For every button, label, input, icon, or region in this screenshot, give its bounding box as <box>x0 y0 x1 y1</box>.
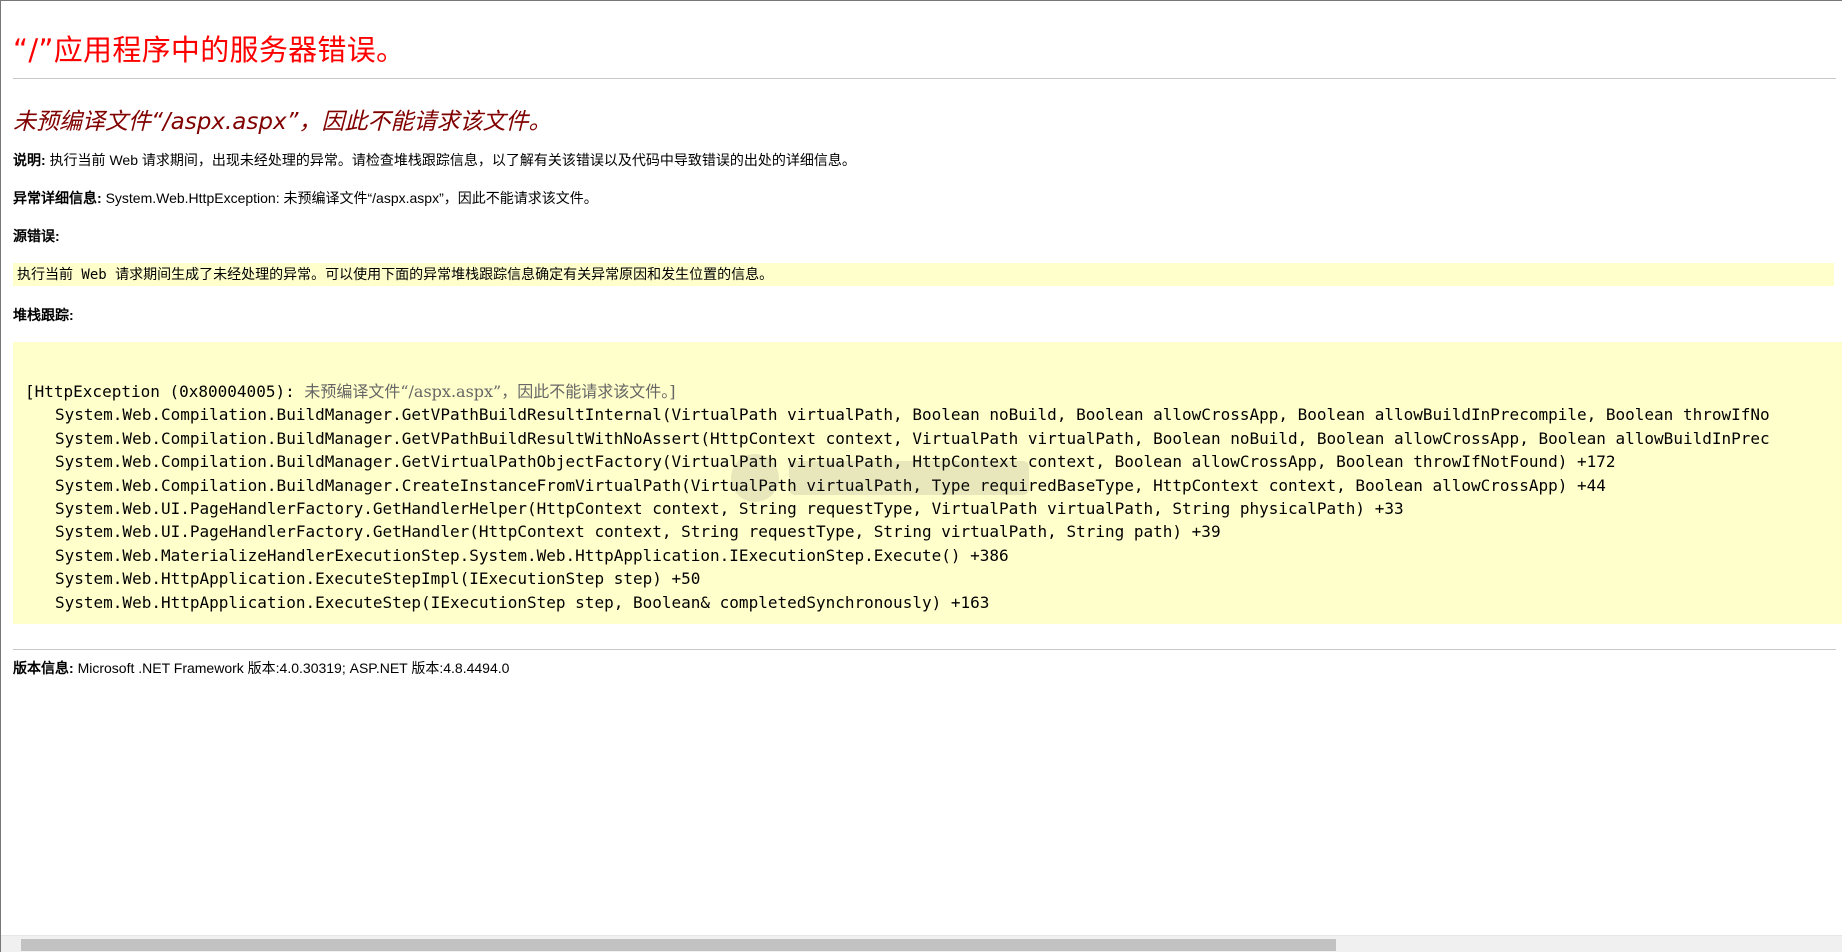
stack-frame: System.Web.HttpApplication.ExecuteStepIm… <box>55 569 701 589</box>
stack-trace-label: 堆栈跟踪: <box>13 307 74 323</box>
stack-frame: System.Web.Compilation.BuildManager.GetV… <box>55 405 1770 425</box>
stack-frame: System.Web.HttpApplication.ExecuteStep(I… <box>55 592 990 612</box>
source-error-box: 执行当前 Web 请求期间生成了未经处理的异常。可以使用下面的异常堆栈跟踪信息确… <box>13 263 1834 286</box>
stack-header-message: 未预编译文件“/aspx.aspx”，因此不能请求该文件。 <box>304 382 670 401</box>
stack-frame: System.Web.Compilation.BuildManager.GetV… <box>55 452 1616 472</box>
stack-trace-heading: 堆栈跟踪: <box>13 306 74 324</box>
stack-frame: System.Web.MaterializeHandlerExecutionSt… <box>55 545 1009 565</box>
description-text: 执行当前 Web 请求期间，出现未经处理的异常。请检查堆栈跟踪信息，以了解有关该… <box>49 152 856 168</box>
error-subtitle: 未预编译文件“/aspx.aspx”，因此不能请求该文件。 <box>13 109 552 135</box>
exception-details-label: 异常详细信息: <box>13 190 102 206</box>
stack-frame: System.Web.Compilation.BuildManager.Crea… <box>55 475 1606 495</box>
horizontal-scrollbar-thumb[interactable] <box>21 939 1336 951</box>
version-info-text: Microsoft .NET Framework 版本:4.0.30319; A… <box>77 660 510 676</box>
exception-details-text: System.Web.HttpException: 未预编译文件“/aspx.a… <box>105 190 598 206</box>
source-error-heading: 源错误: <box>13 227 60 245</box>
stack-trace-box: [HttpException (0x80004005): 未预编译文件“/asp… <box>13 342 1842 624</box>
horizontal-scrollbar[interactable] <box>1 935 1842 952</box>
version-info-line: 版本信息: Microsoft .NET Framework 版本:4.0.30… <box>13 659 509 677</box>
source-error-label: 源错误: <box>13 228 60 244</box>
title-divider <box>13 78 1836 79</box>
stack-trace-header: [HttpException (0x80004005): 未预编译文件“/asp… <box>25 380 1842 403</box>
stack-header-suffix: ] <box>669 382 676 401</box>
source-error-text: 执行当前 Web 请求期间生成了未经处理的异常。可以使用下面的异常堆栈跟踪信息确… <box>17 267 774 283</box>
stack-frame: System.Web.UI.PageHandlerFactory.GetHand… <box>55 499 1404 519</box>
description-line: 说明: 执行当前 Web 请求期间，出现未经处理的异常。请检查堆栈跟踪信息，以了… <box>13 151 856 169</box>
version-info-label: 版本信息: <box>13 660 74 676</box>
stack-header-prefix: [HttpException (0x80004005): <box>25 382 305 401</box>
description-label: 说明: <box>13 152 46 168</box>
error-page: “/”应用程序中的服务器错误。 未预编译文件“/aspx.aspx”，因此不能请… <box>0 0 1842 952</box>
footer-divider <box>13 649 1836 650</box>
stack-frame: System.Web.Compilation.BuildManager.GetV… <box>55 428 1770 448</box>
exception-details-line: 异常详细信息: System.Web.HttpException: 未预编译文件… <box>13 189 598 207</box>
page-title: “/”应用程序中的服务器错误。 <box>13 33 406 67</box>
stack-frame: System.Web.UI.PageHandlerFactory.GetHand… <box>55 522 1221 542</box>
